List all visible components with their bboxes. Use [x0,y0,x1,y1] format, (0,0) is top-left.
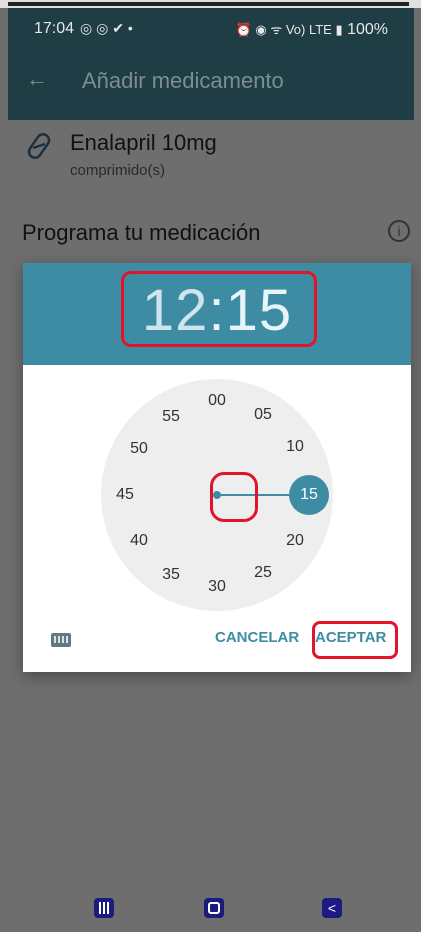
notification-icons: ◎ ◎ ✔ • [80,20,133,36]
dial-25[interactable]: 25 [249,561,277,585]
medication-form: comprimido(s) [70,162,166,179]
app-bar: 17:04 ◎ ◎ ✔ • ⏰ ◉ ᯤ Vo) LTE ▮ 100% ← Aña… [8,8,414,120]
annotation-time-highlight [121,271,317,347]
back-icon[interactable]: < [322,898,342,918]
status-right: ⏰ ◉ ᯤ Vo) LTE ▮ 100% [236,20,388,39]
status-bar: 17:04 ◎ ◎ ✔ • ⏰ ◉ ᯤ Vo) LTE ▮ 100% [8,8,414,50]
time-picker-header: 12:15 [23,263,411,365]
annotation-accept-highlight [312,621,398,659]
dial-30[interactable]: 30 [203,575,231,599]
dial-35[interactable]: 35 [157,563,185,587]
system-icons: ⏰ ◉ ᯤ Vo) LTE ▮ [235,22,343,37]
pill-icon [27,133,51,159]
toolbar: ← Añadir medicamento [8,50,414,120]
dial-00[interactable]: 00 [203,389,231,413]
top-border-line [8,2,409,6]
cancel-button[interactable]: CANCELAR [215,629,299,646]
dial-10[interactable]: 10 [281,435,309,459]
recent-apps-icon[interactable] [94,898,114,918]
back-arrow-icon[interactable]: ← [26,66,48,92]
medication-name: Enalapril 10mg [70,130,217,155]
system-nav-bar: < [8,886,414,932]
battery-level: 100% [347,21,388,38]
dial-40[interactable]: 40 [125,529,153,553]
dial-50[interactable]: 50 [125,437,153,461]
time-picker-dialog: 12:15 00 05 10 15 20 25 30 35 40 45 50 5… [23,263,411,672]
dial-05[interactable]: 05 [249,403,277,427]
dial-55[interactable]: 55 [157,405,185,429]
annotation-selected-minute-highlight [210,472,258,522]
section-title: Programa tu medicación [22,220,261,245]
dial-20[interactable]: 20 [281,529,309,553]
keyboard-icon[interactable] [51,633,71,647]
page-title: Añadir medicamento [82,68,284,93]
dial-15[interactable]: 15 [295,483,323,507]
info-icon[interactable]: i [388,220,410,242]
dial-45[interactable]: 45 [111,483,139,507]
status-time: 17:04 [34,20,75,37]
home-icon[interactable] [204,898,224,918]
